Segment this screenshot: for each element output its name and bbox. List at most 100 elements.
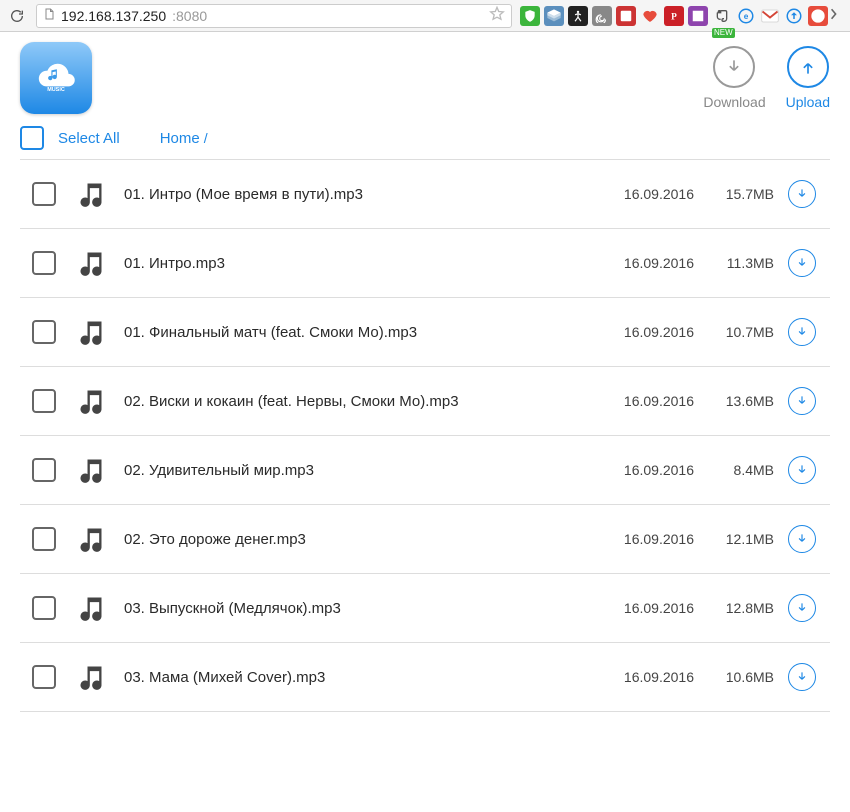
bookmark-star-icon[interactable] xyxy=(489,6,505,25)
extensions-overflow[interactable] xyxy=(830,6,844,25)
file-checkbox[interactable] xyxy=(32,320,56,344)
extension-e-circle-icon[interactable]: e xyxy=(736,6,756,26)
extension-icons: P NEW e xyxy=(520,6,828,26)
file-checkbox[interactable] xyxy=(32,251,56,275)
file-checkbox[interactable] xyxy=(32,596,56,620)
breadcrumb-home[interactable]: Home xyxy=(160,130,200,147)
music-file-icon xyxy=(77,386,105,416)
file-date: 16.09.2016 xyxy=(594,324,694,340)
file-size: 15.7MB xyxy=(694,186,774,202)
file-size: 10.6MB xyxy=(694,669,774,685)
music-file-icon xyxy=(77,317,105,347)
file-download-button[interactable] xyxy=(788,456,816,484)
music-file-icon xyxy=(77,248,105,278)
page-icon xyxy=(43,7,55,24)
file-row[interactable]: 01. Финальный матч (feat. Смоки Мо).mp31… xyxy=(20,297,830,367)
file-type-icon xyxy=(74,662,108,692)
url-port: :8080 xyxy=(172,8,207,24)
file-date: 16.09.2016 xyxy=(594,462,694,478)
extension-heart-icon[interactable] xyxy=(640,6,660,26)
file-size: 8.4MB xyxy=(694,462,774,478)
file-row[interactable]: 01. Интро (Мое время в пути).mp316.09.20… xyxy=(20,159,830,229)
select-all-checkbox[interactable] xyxy=(20,126,44,150)
music-file-icon xyxy=(77,179,105,209)
file-download-button[interactable] xyxy=(788,180,816,208)
download-all-button[interactable]: Download xyxy=(703,46,765,110)
file-name: 02. Виски и кокаин (feat. Нервы, Смоки М… xyxy=(124,393,594,410)
select-all-label[interactable]: Select All xyxy=(58,130,120,147)
file-type-icon xyxy=(74,524,108,554)
extension-spiral-icon[interactable] xyxy=(592,6,612,26)
breadcrumb-sep: / xyxy=(204,130,208,146)
file-checkbox[interactable] xyxy=(32,389,56,413)
file-size: 13.6MB xyxy=(694,393,774,409)
upload-label: Upload xyxy=(786,94,830,110)
reload-button[interactable] xyxy=(6,5,28,27)
file-name: 03. Выпускной (Медлячок).mp3 xyxy=(124,600,594,617)
svg-text:P: P xyxy=(671,12,677,22)
file-download-button[interactable] xyxy=(788,594,816,622)
file-row[interactable]: 01. Интро.mp316.09.201611.3MB xyxy=(20,228,830,298)
sub-toolbar: Select All Home / xyxy=(20,126,830,150)
file-name: 01. Финальный матч (feat. Смоки Мо).mp3 xyxy=(124,324,594,341)
file-date: 16.09.2016 xyxy=(594,186,694,202)
file-date: 16.09.2016 xyxy=(594,600,694,616)
extension-sync-icon[interactable] xyxy=(784,6,804,26)
file-type-icon xyxy=(74,317,108,347)
file-checkbox[interactable] xyxy=(32,665,56,689)
file-date: 16.09.2016 xyxy=(594,255,694,271)
extension-evernote-icon[interactable]: NEW xyxy=(712,6,732,26)
extension-block-icon[interactable] xyxy=(616,6,636,26)
url-host: 192.168.137.250 xyxy=(61,8,166,24)
music-file-icon xyxy=(77,593,105,623)
file-row[interactable]: 02. Это дороже денег.mp316.09.201612.1MB xyxy=(20,504,830,574)
file-type-icon xyxy=(74,179,108,209)
file-name: 02. Это дороже денег.mp3 xyxy=(124,531,594,548)
extension-purple-icon[interactable] xyxy=(688,6,708,26)
music-file-icon xyxy=(77,455,105,485)
svg-text:e: e xyxy=(744,12,749,21)
extension-pinterest-icon[interactable]: P xyxy=(664,6,684,26)
music-file-icon xyxy=(77,524,105,554)
file-name: 03. Мама (Михей Cover).mp3 xyxy=(124,669,594,686)
music-cloud-icon: MUSIC xyxy=(31,57,81,97)
file-checkbox[interactable] xyxy=(32,527,56,551)
file-date: 16.09.2016 xyxy=(594,531,694,547)
app-logo: MUSIC xyxy=(20,42,92,114)
file-date: 16.09.2016 xyxy=(594,669,694,685)
extension-gmail-icon[interactable] xyxy=(760,6,780,26)
file-row[interactable]: 03. Выпускной (Медлячок).mp316.09.201612… xyxy=(20,573,830,643)
download-label: Download xyxy=(703,94,765,110)
file-name: 01. Интро (Мое время в пути).mp3 xyxy=(124,186,594,203)
file-size: 10.7MB xyxy=(694,324,774,340)
file-download-button[interactable] xyxy=(788,249,816,277)
file-checkbox[interactable] xyxy=(32,182,56,206)
file-download-button[interactable] xyxy=(788,318,816,346)
file-size: 12.8MB xyxy=(694,600,774,616)
address-bar[interactable]: 192.168.137.250 :8080 xyxy=(36,4,512,28)
file-row[interactable]: 03. Мама (Михей Cover).mp316.09.201610.6… xyxy=(20,642,830,712)
reload-icon xyxy=(9,8,25,24)
svg-text:MUSIC: MUSIC xyxy=(47,87,65,93)
extension-layers-icon[interactable] xyxy=(544,6,564,26)
extension-red-circle-icon[interactable] xyxy=(808,6,828,26)
extension-badge: NEW xyxy=(712,28,735,38)
file-row[interactable]: 02. Виски и кокаин (feat. Нервы, Смоки М… xyxy=(20,366,830,436)
file-row[interactable]: 02. Удивительный мир.mp316.09.20168.4MB xyxy=(20,435,830,505)
file-size: 12.1MB xyxy=(694,531,774,547)
download-circle-icon xyxy=(713,46,755,88)
file-download-button[interactable] xyxy=(788,525,816,553)
upload-button[interactable]: Upload xyxy=(786,46,830,110)
file-download-button[interactable] xyxy=(788,387,816,415)
file-name: 02. Удивительный мир.mp3 xyxy=(124,462,594,479)
extension-adblock-icon[interactable] xyxy=(520,6,540,26)
file-type-icon xyxy=(74,248,108,278)
file-type-icon xyxy=(74,593,108,623)
upload-circle-icon xyxy=(787,46,829,88)
file-size: 11.3MB xyxy=(694,255,774,271)
extension-stick-icon[interactable] xyxy=(568,6,588,26)
file-checkbox[interactable] xyxy=(32,458,56,482)
file-download-button[interactable] xyxy=(788,663,816,691)
file-list: 01. Интро (Мое время в пути).mp316.09.20… xyxy=(20,159,830,712)
browser-toolbar: 192.168.137.250 :8080 P NEW e xyxy=(0,0,850,32)
